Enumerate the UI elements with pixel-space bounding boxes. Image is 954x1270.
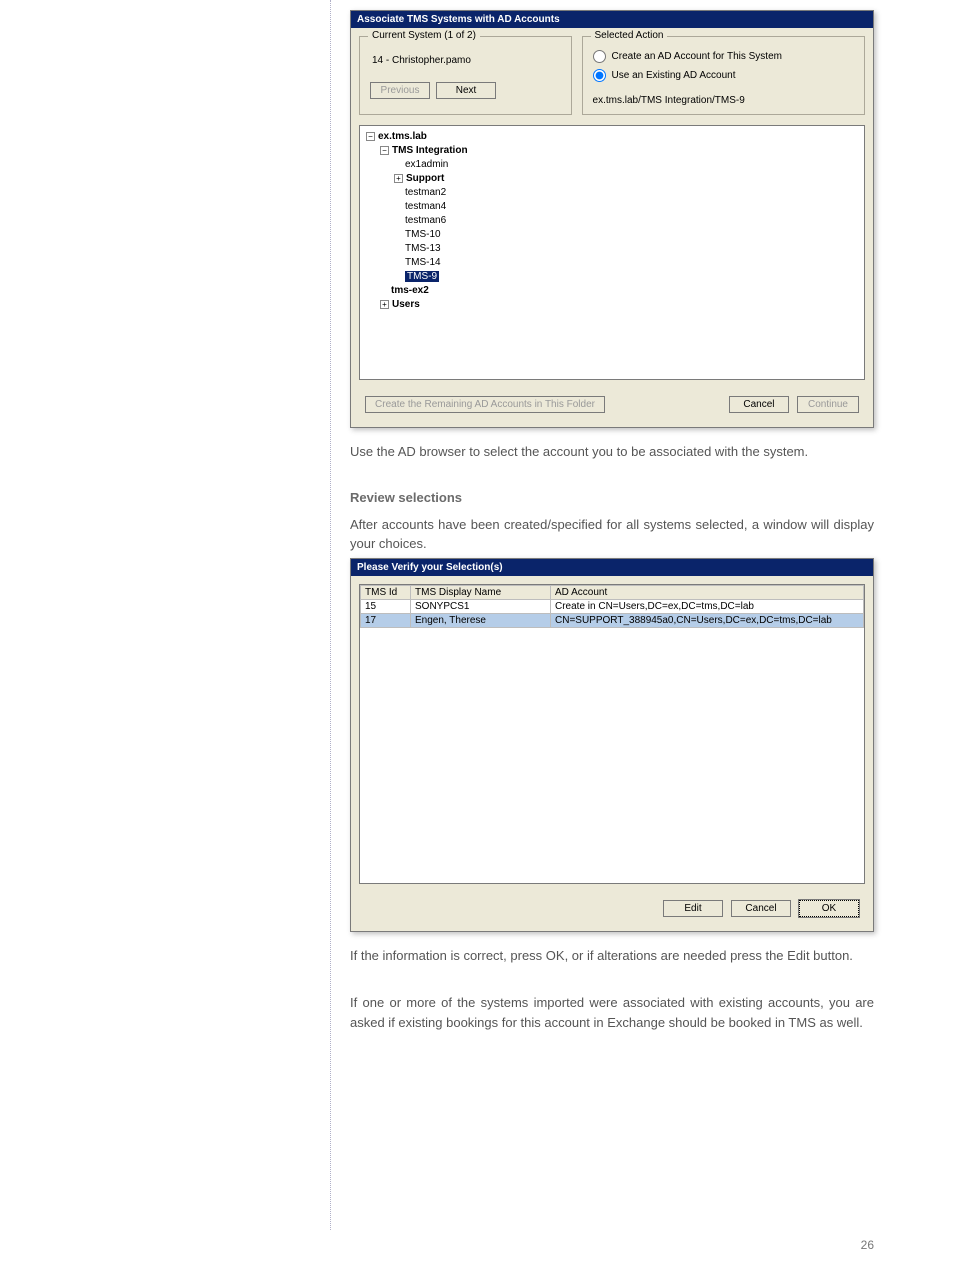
paragraph-1: Use the AD browser to select the account… <box>350 442 874 462</box>
create-remaining-button[interactable]: Create the Remaining AD Accounts in This… <box>365 396 605 413</box>
radio-existing-label: Use an Existing AD Account <box>612 70 736 81</box>
continue-button[interactable]: Continue <box>797 396 859 413</box>
dialog1-title: Associate TMS Systems with AD Accounts <box>351 11 873 28</box>
tree-root[interactable]: ex.tms.lab <box>378 131 427 142</box>
table-header-row: TMS Id TMS Display Name AD Account <box>361 585 864 599</box>
col-ad-account[interactable]: AD Account <box>551 585 864 599</box>
tree-item[interactable]: TMS-10 <box>405 229 441 240</box>
paragraph-4: If one or more of the systems imported w… <box>350 993 874 1032</box>
radio-use-existing[interactable]: Use an Existing AD Account <box>593 66 854 85</box>
dialog2-title: Please Verify your Selection(s) <box>351 559 873 576</box>
radio-existing-input[interactable] <box>593 69 606 82</box>
tree-tms-integration[interactable]: TMS Integration <box>392 145 468 156</box>
cell-acct: CN=SUPPORT_388945a0,CN=Users,DC=ex,DC=tm… <box>551 613 864 627</box>
tree-item-selected[interactable]: TMS-9 <box>405 271 439 282</box>
review-selections-heading: Review selections <box>350 490 874 505</box>
tree-tms-ex2[interactable]: tms-ex2 <box>391 285 429 296</box>
previous-button[interactable]: Previous <box>370 82 430 99</box>
cancel-button-2[interactable]: Cancel <box>731 900 791 917</box>
tree-item[interactable]: testman6 <box>405 215 446 226</box>
tree-expand-icon[interactable]: + <box>394 174 403 183</box>
radio-create-label: Create an AD Account for This System <box>612 51 782 62</box>
ok-button[interactable]: OK <box>799 900 859 917</box>
tree-item[interactable]: testman4 <box>405 201 446 212</box>
cell-acct: Create in CN=Users,DC=ex,DC=tms,DC=lab <box>551 599 864 613</box>
next-button[interactable]: Next <box>436 82 496 99</box>
system-name: 14 - Christopher.pamo <box>370 47 561 82</box>
current-system-legend: Current System (1 of 2) <box>368 30 480 41</box>
radio-create-account[interactable]: Create an AD Account for This System <box>593 47 854 66</box>
tree-item[interactable]: Support <box>406 173 444 184</box>
selection-table: TMS Id TMS Display Name AD Account 15 SO… <box>360 585 864 628</box>
ad-tree[interactable]: −ex.tms.lab −TMS Integration ex1admin +S… <box>359 125 865 380</box>
tree-collapse-icon[interactable]: − <box>380 146 389 155</box>
cell-name: SONYPCS1 <box>411 599 551 613</box>
tree-item[interactable]: TMS-13 <box>405 243 441 254</box>
cell-id: 15 <box>361 599 411 613</box>
tree-users[interactable]: Users <box>392 299 420 310</box>
tree-collapse-icon[interactable]: − <box>366 132 375 141</box>
table-row[interactable]: 17 Engen, Therese CN=SUPPORT_388945a0,CN… <box>361 613 864 627</box>
tree-item[interactable]: testman2 <box>405 187 446 198</box>
cancel-button[interactable]: Cancel <box>729 396 789 413</box>
selected-action-legend: Selected Action <box>591 30 668 41</box>
radio-create-input[interactable] <box>593 50 606 63</box>
left-margin-rule <box>330 0 331 1230</box>
tree-expand-icon[interactable]: + <box>380 300 389 309</box>
selection-table-wrap: TMS Id TMS Display Name AD Account 15 SO… <box>359 584 865 884</box>
verify-dialog: Please Verify your Selection(s) TMS Id T… <box>350 558 874 932</box>
paragraph-2: After accounts have been created/specifi… <box>350 515 874 554</box>
col-display-name[interactable]: TMS Display Name <box>411 585 551 599</box>
associate-dialog: Associate TMS Systems with AD Accounts C… <box>350 10 874 428</box>
col-tms-id[interactable]: TMS Id <box>361 585 411 599</box>
current-system-group: Current System (1 of 2) 14 - Christopher… <box>359 36 572 115</box>
cell-id: 17 <box>361 613 411 627</box>
cell-name: Engen, Therese <box>411 613 551 627</box>
tree-item[interactable]: TMS-14 <box>405 257 441 268</box>
paragraph-3: If the information is correct, press OK,… <box>350 946 874 966</box>
edit-button[interactable]: Edit <box>663 900 723 917</box>
selected-action-group: Selected Action Create an AD Account for… <box>582 36 865 115</box>
page-number: 26 <box>861 1238 874 1252</box>
account-path: ex.tms.lab/TMS Integration/TMS-9 <box>593 85 854 106</box>
table-row[interactable]: 15 SONYPCS1 Create in CN=Users,DC=ex,DC=… <box>361 599 864 613</box>
tree-item[interactable]: ex1admin <box>405 159 448 170</box>
main-content: Associate TMS Systems with AD Accounts C… <box>350 10 874 1032</box>
